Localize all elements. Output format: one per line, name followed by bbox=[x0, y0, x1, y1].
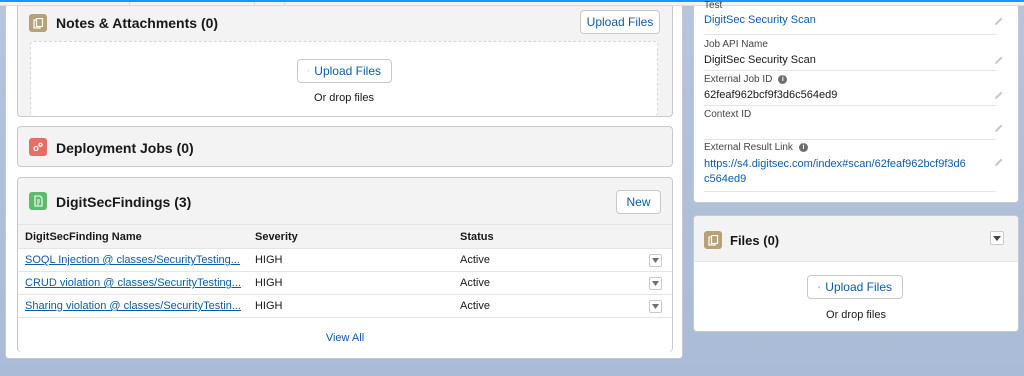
files-upload-button[interactable]: Upload Files bbox=[807, 275, 903, 299]
job-api-label: Job API Name bbox=[704, 39, 768, 50]
severity-cell: HIGH bbox=[247, 294, 453, 318]
pencil-icon[interactable] bbox=[994, 55, 1004, 65]
finding-name-cell[interactable]: Sharing violation @ classes/SecurityTest… bbox=[18, 294, 248, 318]
external-job-id-field: External Job ID i 62feaf962bcf9f3d6c564e… bbox=[704, 74, 1004, 101]
chevron-down-icon bbox=[652, 257, 659, 263]
files-card-title: Files (0) bbox=[730, 233, 780, 248]
job-api-name-field: Job API Name DigitSec Security Scan bbox=[704, 39, 1004, 66]
finding-name-link[interactable]: Sharing violation @ classes/SecurityTest… bbox=[25, 300, 241, 312]
row-actions-menu-button[interactable] bbox=[649, 253, 662, 267]
field-divider bbox=[704, 34, 996, 35]
result-link-line[interactable]: https://s4.digitsec.com/index#scan/62fea… bbox=[704, 157, 1004, 172]
files-menu-button[interactable] bbox=[990, 231, 1004, 245]
table-row: SOQL Injection @ classes/SecurityTesting… bbox=[18, 248, 672, 272]
context-label: Context ID bbox=[704, 109, 752, 120]
view-all-link[interactable]: View All bbox=[18, 332, 672, 344]
deployment-icon bbox=[29, 138, 47, 156]
pencil-icon[interactable] bbox=[994, 157, 1004, 167]
field-divider bbox=[704, 70, 996, 71]
external-job-label: External Job ID bbox=[704, 74, 773, 85]
file-drop-zone[interactable]: Upload Files Or drop files bbox=[30, 41, 658, 116]
findings-table-container: DigitSecFinding Name Severity Status SOQ… bbox=[18, 224, 672, 352]
related-list-panel: Notes & Attachments (0) Upload Files Upl… bbox=[5, 6, 683, 359]
external-job-label-row: External Job ID i bbox=[704, 74, 1004, 85]
chevron-down-icon bbox=[652, 280, 659, 286]
file-icon bbox=[704, 231, 722, 249]
field-divider bbox=[704, 139, 996, 140]
finding-name-link[interactable]: SOQL Injection @ classes/SecurityTesting… bbox=[25, 254, 240, 266]
status-cell: Active bbox=[452, 271, 642, 295]
files-card-header: Files (0) bbox=[694, 216, 1018, 262]
drop-upload-label: Upload Files bbox=[314, 64, 381, 78]
result-link-line[interactable]: c564ed9 bbox=[704, 172, 1004, 187]
table-row: CRUD violation @ classes/SecurityTesting… bbox=[18, 271, 672, 295]
test-label: Test bbox=[704, 0, 723, 11]
report-icon bbox=[29, 192, 47, 210]
row-actions-cell bbox=[642, 248, 672, 272]
files-upload-label: Upload Files bbox=[825, 280, 892, 294]
external-result-link-field: External Result Link i https://s4.digits… bbox=[704, 142, 1004, 187]
upload-icon bbox=[818, 285, 821, 289]
severity-cell: HIGH bbox=[247, 271, 453, 295]
drop-upload-files-button[interactable]: Upload Files bbox=[297, 59, 392, 83]
pencil-icon[interactable] bbox=[994, 123, 1004, 133]
status-cell: Active bbox=[452, 294, 642, 318]
job-api-value: DigitSec Security Scan bbox=[704, 54, 816, 66]
notes-card-title: Notes & Attachments (0) bbox=[56, 15, 219, 31]
result-link-label: External Result Link bbox=[704, 142, 793, 153]
row-actions-cell bbox=[642, 294, 672, 318]
field-divider bbox=[704, 105, 996, 106]
pencil-icon[interactable] bbox=[994, 90, 1004, 100]
digitsec-findings-card: DigitSecFindings (3) New DigitSecFinding… bbox=[17, 177, 673, 352]
file-icon bbox=[29, 14, 47, 32]
pencil-icon[interactable] bbox=[994, 16, 1004, 26]
finding-name-cell[interactable]: CRUD violation @ classes/SecurityTesting… bbox=[18, 271, 248, 295]
deployment-jobs-card: Deployment Jobs (0) bbox=[17, 126, 673, 167]
chevron-down-icon bbox=[993, 235, 1001, 241]
severity-cell: HIGH bbox=[247, 248, 453, 272]
status-cell: Active bbox=[452, 248, 642, 272]
column-header-name[interactable]: DigitSecFinding Name bbox=[18, 224, 248, 249]
field-divider bbox=[704, 191, 996, 192]
info-icon[interactable]: i bbox=[798, 143, 808, 152]
finding-name-cell[interactable]: SOQL Injection @ classes/SecurityTesting… bbox=[18, 248, 248, 272]
column-header-status[interactable]: Status bbox=[452, 224, 642, 249]
chevron-down-icon bbox=[652, 303, 659, 309]
test-field: Test DigitSec Security Scan bbox=[704, 0, 1004, 26]
files-card: Files (0) Upload Files Or drop files bbox=[693, 215, 1019, 332]
finding-name-link[interactable]: CRUD violation @ classes/SecurityTesting… bbox=[25, 277, 241, 289]
row-actions-menu-button[interactable] bbox=[649, 276, 662, 290]
deployment-card-title: Deployment Jobs (0) bbox=[56, 140, 194, 156]
drop-files-text: Or drop files bbox=[314, 92, 374, 104]
findings-table: DigitSecFinding Name Severity Status SOQ… bbox=[18, 224, 672, 318]
files-drop-text: Or drop files bbox=[826, 309, 886, 321]
column-header-severity[interactable]: Severity bbox=[247, 224, 453, 249]
table-header-row: DigitSecFinding Name Severity Status bbox=[18, 224, 672, 249]
new-finding-button[interactable]: New bbox=[616, 190, 661, 214]
row-actions-menu-button[interactable] bbox=[649, 299, 662, 313]
upload-icon bbox=[308, 70, 310, 72]
findings-card-title: DigitSecFindings (3) bbox=[56, 194, 192, 210]
notes-attachments-card: Notes & Attachments (0) Upload Files Upl… bbox=[17, 6, 673, 117]
result-link-label-row: External Result Link i bbox=[704, 142, 1004, 153]
record-details-panel: Test DigitSec Security Scan Job API Name… bbox=[693, 0, 1019, 203]
notes-card-header: Notes & Attachments (0) Upload Files bbox=[18, 6, 672, 46]
result-link-value[interactable]: https://s4.digitsec.com/index#scan/62fea… bbox=[704, 157, 1004, 187]
context-id-field: Context ID bbox=[704, 109, 1004, 124]
table-row: Sharing violation @ classes/SecurityTest… bbox=[18, 294, 672, 318]
row-actions-cell bbox=[642, 271, 672, 295]
external-job-value: 62feaf962bcf9f3d6c564ed9 bbox=[704, 89, 838, 101]
upload-files-button[interactable]: Upload Files bbox=[580, 10, 660, 34]
test-value-link[interactable]: DigitSec Security Scan bbox=[704, 14, 1004, 26]
column-header-actions bbox=[642, 224, 672, 249]
info-icon[interactable]: i bbox=[778, 75, 788, 84]
